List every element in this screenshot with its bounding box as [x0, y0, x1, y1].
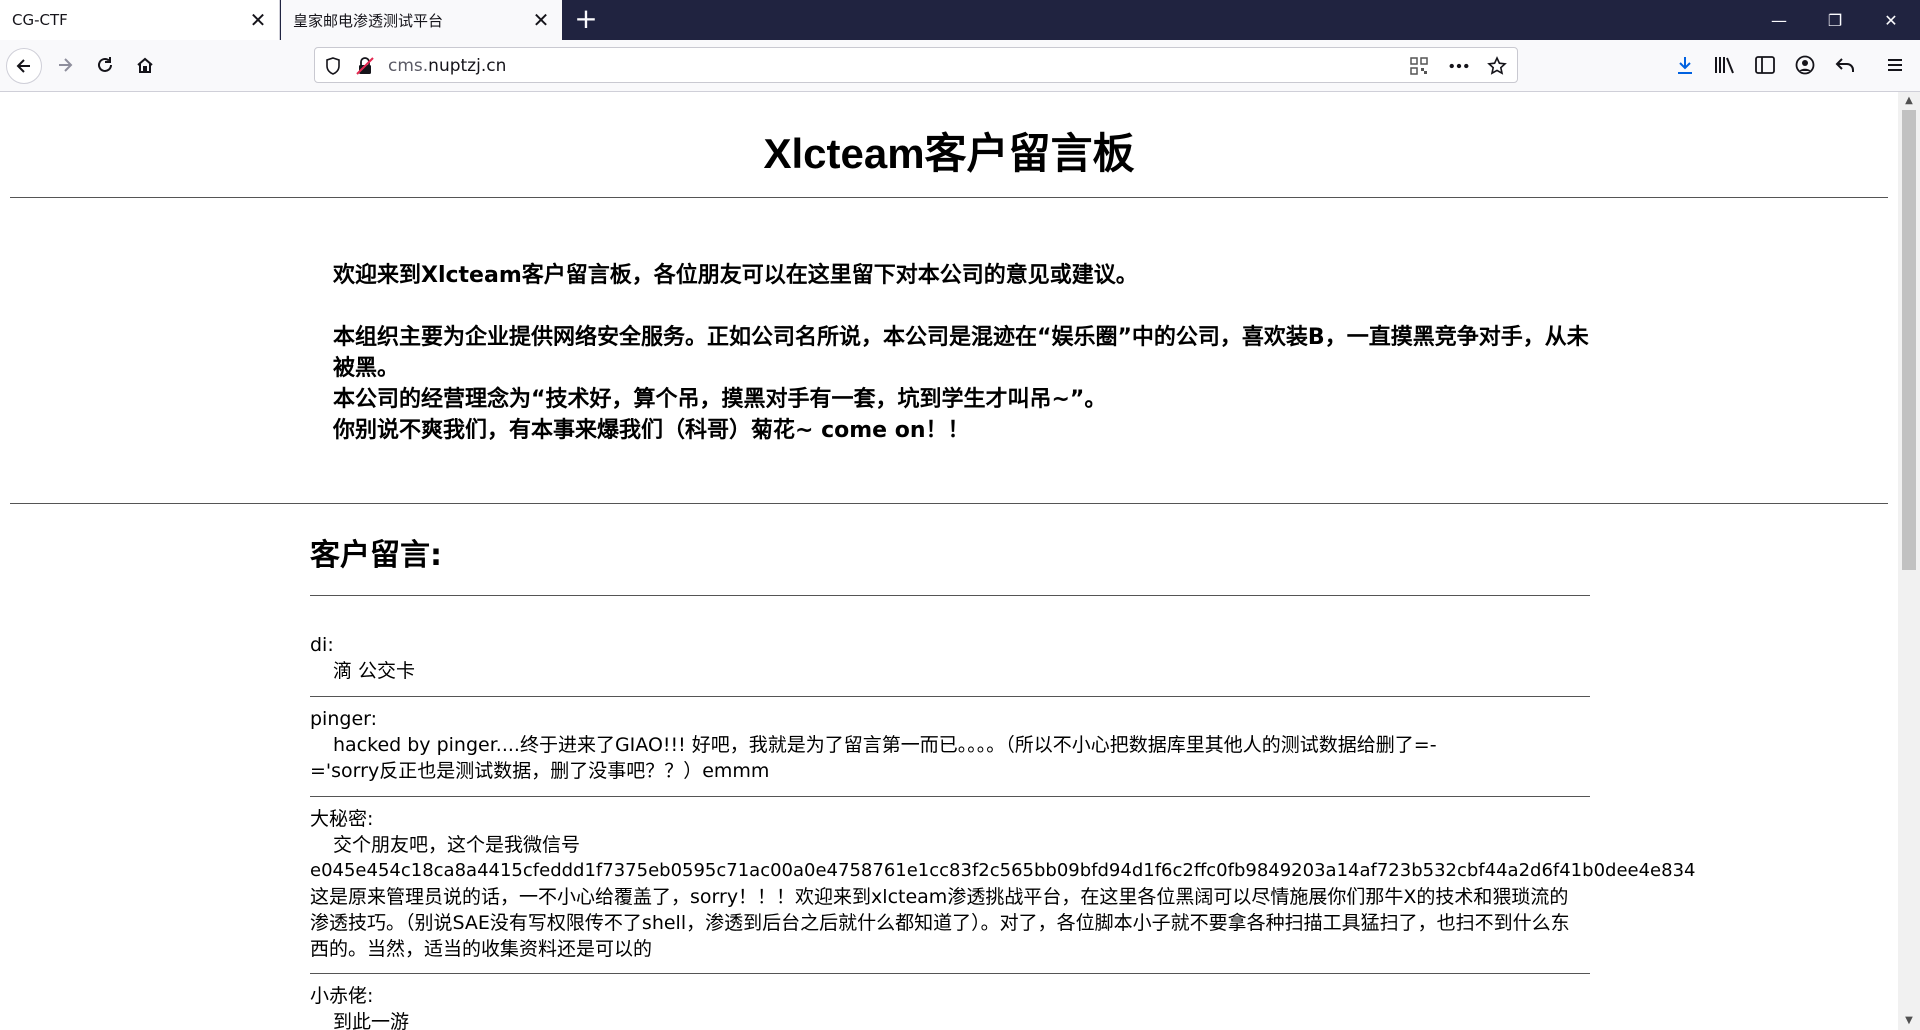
message-author: 小赤佬: — [310, 985, 374, 1007]
close-window-button[interactable]: ✕ — [1862, 0, 1920, 40]
scroll-up-icon[interactable]: ▲ — [1898, 92, 1920, 110]
message-author: 大秘密: — [310, 808, 374, 830]
library-button[interactable] — [1708, 48, 1742, 82]
message-body: hacked by pinger....终于进来了GIAO!!! 好吧，我就是为… — [310, 734, 1437, 782]
bookmark-star-icon[interactable] — [1487, 56, 1507, 76]
message-body-tail: 这是原来管理员说的话，一不小心给覆盖了，sorry！！！欢迎来到xlcteam渗… — [310, 886, 1570, 960]
downloads-button[interactable] — [1668, 48, 1702, 82]
undo-arrow-icon — [1835, 58, 1854, 72]
scrollbar-thumb[interactable] — [1902, 110, 1916, 570]
close-tab-icon[interactable]: ✕ — [247, 8, 269, 32]
shield-icon[interactable] — [323, 56, 343, 76]
divider — [10, 503, 1888, 504]
sidebar-icon — [1755, 56, 1775, 74]
divider — [10, 197, 1888, 198]
reload-icon — [98, 57, 112, 72]
divider — [310, 973, 1590, 974]
scroll-down-icon[interactable]: ▼ — [1898, 1012, 1920, 1030]
qr-code-icon[interactable] — [1409, 56, 1429, 76]
intro-line: 本组织主要为企业提供网络安全服务。正如公司名所说，本公司是混迹在“娱乐圈”中的公… — [333, 325, 1589, 381]
address-bar[interactable]: cms.nuptzj.cn — [314, 47, 1518, 83]
menu-button[interactable] — [1878, 48, 1912, 82]
tab-active-page[interactable]: 皇家邮电渗透测试平台 ✕ — [281, 0, 562, 40]
divider — [310, 595, 1590, 596]
undo-close-button[interactable] — [1828, 48, 1862, 82]
message-body: 到此一游 — [333, 1011, 410, 1030]
intro-line: 欢迎来到Xlcteam客户留言板，各位朋友可以在这里留下对本公司的意见或建议。 — [333, 263, 1138, 288]
message-body-hash: e045e454c18ca8a4415cfeddd1f7375eb0595c71… — [310, 860, 1696, 881]
hamburger-menu-icon — [1888, 59, 1902, 71]
tab-cg-ctf[interactable]: CG-CTF ✕ — [0, 0, 280, 40]
arrow-left-icon — [16, 59, 30, 73]
tab-label: CG-CTF — [12, 11, 68, 29]
minimize-window-button[interactable]: — — [1750, 0, 1808, 40]
arrow-right-icon — [59, 58, 73, 72]
intro-line: 你别说不爽我们，有本事来爆我们（科哥）菊花~ come on！！ — [333, 418, 970, 443]
back-button[interactable] — [6, 48, 42, 84]
message-item: 小赤佬: 到此一游 — [310, 983, 1600, 1030]
web-page-content: Xlcteam客户留言板 欢迎来到Xlcteam客户留言板，各位朋友可以在这里留… — [0, 92, 1898, 1030]
vertical-scrollbar[interactable]: ▲ ▼ — [1898, 92, 1920, 1030]
account-button[interactable] — [1788, 48, 1822, 82]
divider — [310, 796, 1590, 797]
download-arrow-icon — [1678, 57, 1692, 74]
insecure-lock-icon[interactable] — [355, 56, 375, 76]
close-tab-icon[interactable]: ✕ — [530, 8, 552, 32]
intro-line: 本公司的经营理念为“技术好，算个吊，摸黑对手有一套，坑到学生才叫吊~”。 — [333, 387, 1107, 412]
message-item: di: 滴 公交卡 — [310, 632, 1600, 684]
forward-button[interactable] — [48, 48, 82, 82]
home-icon — [137, 57, 153, 73]
tab-label: 皇家邮电渗透测试平台 — [293, 11, 444, 30]
tab-strip: CG-CTF ✕ 皇家邮电渗透测试平台 ✕ + — ❐ ✕ — [0, 0, 1920, 40]
library-icon — [1715, 57, 1734, 74]
sidebar-button[interactable] — [1748, 48, 1782, 82]
message-author: di: — [310, 634, 334, 656]
restore-window-button[interactable]: ❐ — [1806, 0, 1864, 40]
message-item: pinger: hacked by pinger....终于进来了GIAO!!!… — [310, 706, 1600, 784]
account-avatar-icon — [1795, 55, 1815, 75]
page-title: Xlcteam客户留言板 — [763, 130, 1135, 177]
message-author: pinger: — [310, 708, 378, 730]
message-body: 交个朋友吧，这个是我微信号 — [333, 834, 581, 856]
message-item: 大秘密: 交个朋友吧，这个是我微信号 e045e454c18ca8a4415cf… — [310, 806, 1780, 962]
intro-line-blank — [310, 291, 1600, 322]
page-actions-ellipsis-icon[interactable] — [1449, 56, 1469, 76]
intro-text: 欢迎来到Xlcteam客户留言板，各位朋友可以在这里留下对本公司的意见或建议。 … — [310, 260, 1600, 446]
divider — [310, 696, 1590, 697]
home-button[interactable] — [128, 48, 162, 82]
reload-button[interactable] — [88, 48, 122, 82]
url-text[interactable]: cms.nuptzj.cn — [388, 56, 506, 76]
new-tab-plus-icon[interactable]: + — [572, 5, 600, 34]
messages-heading: 客户留言: — [310, 538, 442, 573]
message-body: 滴 公交卡 — [333, 660, 416, 682]
navigation-toolbar: cms.nuptzj.cn — [0, 40, 1920, 92]
